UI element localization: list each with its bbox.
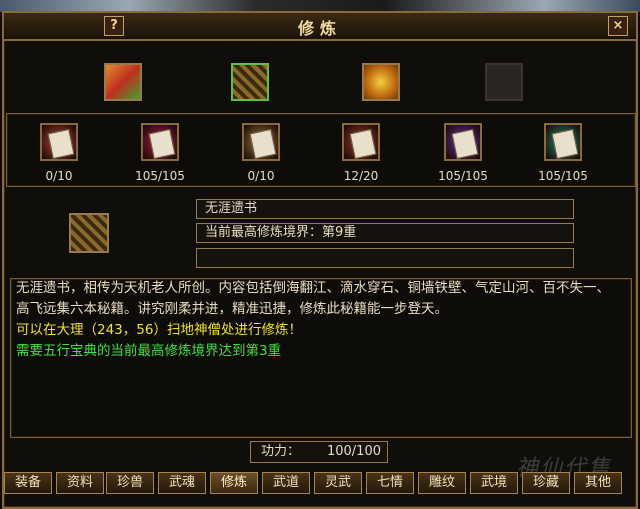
empty-slot[interactable] [485,63,523,101]
tan-book-icon[interactable] [242,123,280,161]
tab-3[interactable]: 武魂 [158,472,206,494]
description-text: 无涯遗书，相传为天机老人所创。内容包括倒海翻江、滴水穿石、铜墙铁壁、气定山河、百… [16,278,616,362]
book-count: 0/10 [247,169,275,183]
tab-10[interactable]: 珍藏 [522,472,570,494]
tab-4[interactable]: 修炼 [210,472,258,494]
gold-chest-icon[interactable] [362,63,400,101]
window-title: 修炼 [297,19,342,38]
red-book-icon[interactable] [342,123,380,161]
book-page-icon [451,128,479,160]
requirement-text: 需要五行宝典的当前最高修炼境界达到第3重 [16,343,282,359]
book-count: 105/105 [438,169,488,183]
power-value: 100/100 [326,444,381,459]
teal-book-icon[interactable] [544,123,582,161]
book-count: 12/20 [343,169,379,183]
realm-field: 当前最高修炼境界：第9重 [196,223,574,243]
book-page-icon [551,128,579,160]
book-page-icon [47,128,75,160]
tab-5[interactable]: 武道 [262,472,310,494]
tab-9[interactable]: 武境 [470,472,518,494]
cultivation-window: ? 修炼 × 无涯遗书 当前最高修炼境界：第9重 0/10 105/105 0/10… [2,11,638,509]
red-book-icon[interactable] [40,123,78,161]
tab-11[interactable]: 其他 [574,472,622,494]
crimson-book-icon[interactable] [141,123,179,161]
book-count: 105/105 [135,169,185,183]
tab-1[interactable]: 资料 [56,472,104,494]
extra-field [196,248,574,268]
purple-book-icon[interactable] [444,123,482,161]
description-main: 无涯遗书，相传为天机老人所创。内容包括倒海翻江、滴水穿石、铜墙铁壁、气定山河、百… [16,280,610,317]
book-page-icon [349,128,377,160]
power-label: 功力： [261,444,301,459]
book-count: 105/105 [538,169,588,183]
book-page-icon [249,128,277,160]
scroll-chest-icon[interactable] [231,63,269,101]
tab-2[interactable]: 珍兽 [106,472,154,494]
power-bar: 功力： 100/100 [250,441,388,463]
book-count: 0/10 [45,169,73,183]
book-page-icon [148,128,176,160]
tab-0[interactable]: 装备 [4,472,52,494]
tab-8[interactable]: 雕纹 [418,472,466,494]
location-text: 可以在大理（243，56）扫地神僧处进行修炼！ [16,322,302,338]
green-book-icon[interactable] [104,63,142,101]
tab-6[interactable]: 灵武 [314,472,362,494]
close-button[interactable]: × [608,16,628,36]
selected-book-icon [69,213,109,253]
title-bar: ? 修炼 × [4,13,636,41]
tab-7[interactable]: 七情 [366,472,414,494]
book-name-field: 无涯遗书 [196,199,574,219]
